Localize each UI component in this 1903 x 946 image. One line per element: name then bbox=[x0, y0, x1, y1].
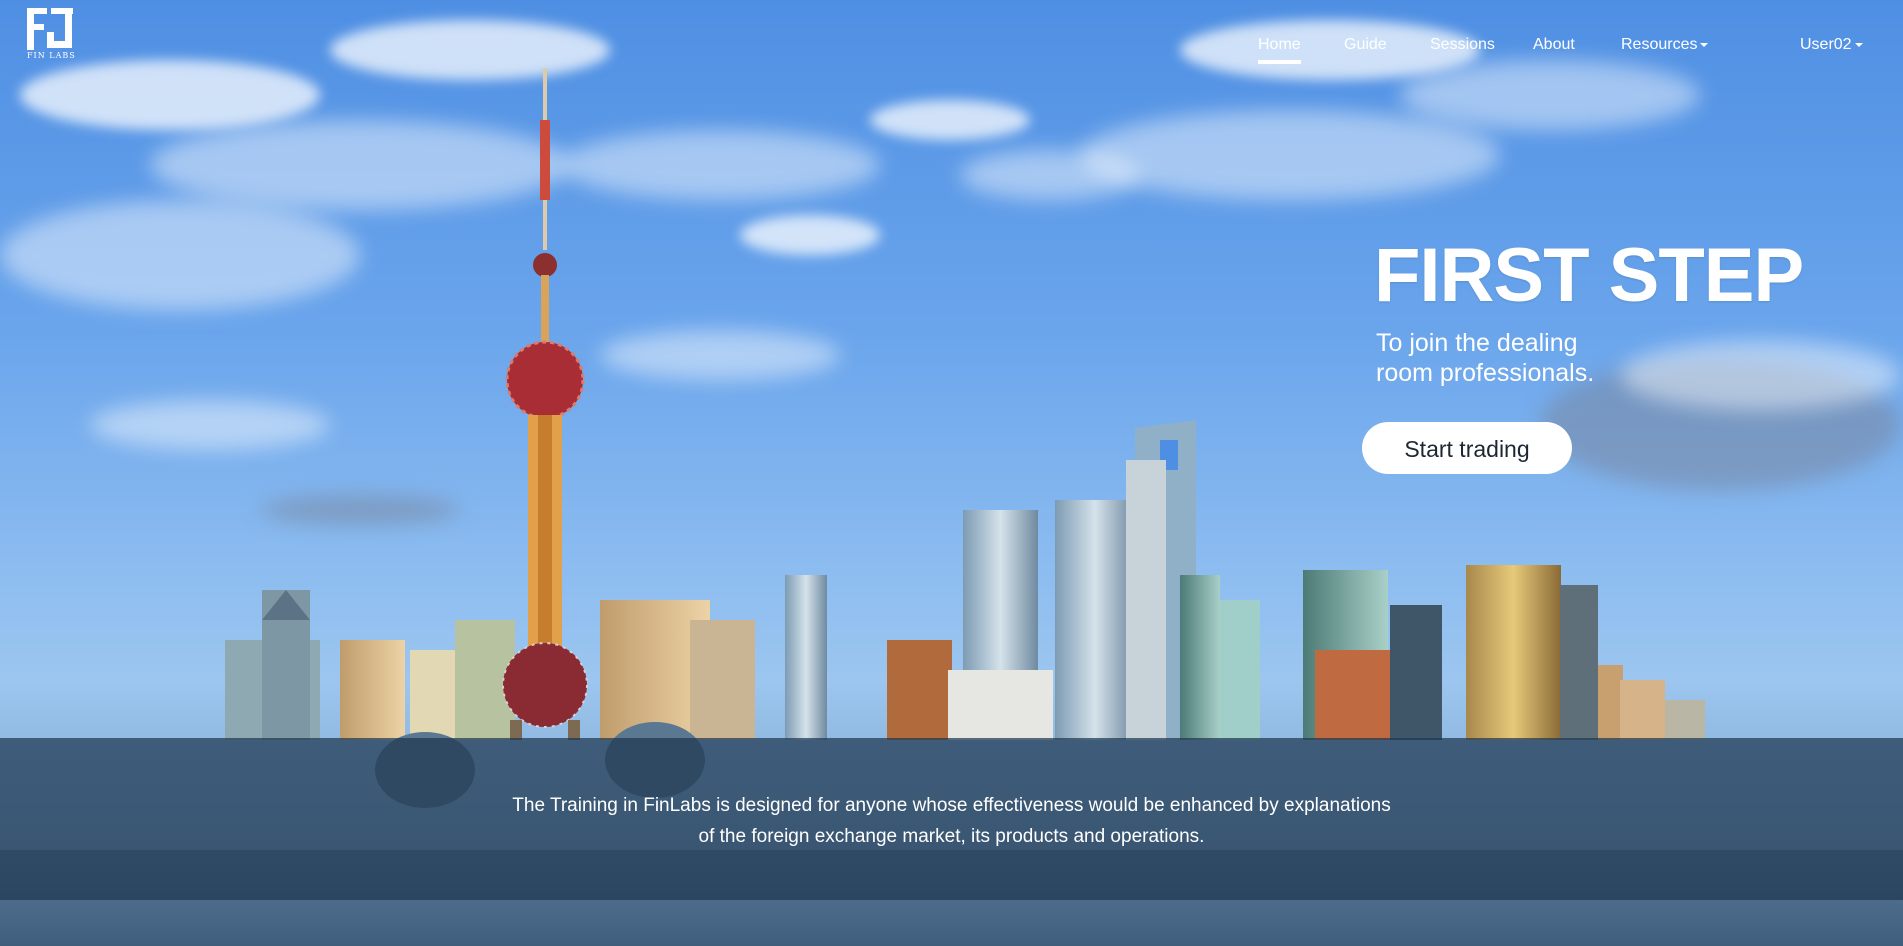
start-trading-button[interactable]: Start trading bbox=[1362, 422, 1572, 474]
nav-home[interactable]: Home bbox=[1258, 36, 1301, 64]
nav-resources[interactable]: Resources bbox=[1621, 36, 1709, 54]
logo-text: FIN LABS bbox=[27, 51, 76, 60]
nav-sessions[interactable]: Sessions bbox=[1430, 36, 1495, 54]
info-line-1: The Training in FinLabs is designed for … bbox=[512, 795, 1391, 816]
nav-resources-label: Resources bbox=[1621, 36, 1698, 53]
nav-guide[interactable]: Guide bbox=[1344, 36, 1387, 54]
chevron-down-icon bbox=[1700, 42, 1709, 47]
page-viewport: The Training in FinLabs is designed for … bbox=[0, 0, 1903, 946]
finlabs-logo-icon bbox=[27, 8, 73, 50]
nav-about[interactable]: About bbox=[1533, 36, 1575, 54]
info-description: The Training in FinLabs is designed for … bbox=[0, 790, 1903, 852]
hero-subtitle: To join the dealing room professionals. bbox=[1376, 329, 1595, 387]
user-name: User02 bbox=[1800, 36, 1852, 53]
info-line-2: of the foreign exchange market, its prod… bbox=[698, 826, 1205, 847]
user-menu[interactable]: User02 bbox=[1800, 36, 1863, 54]
info-band: The Training in FinLabs is designed for … bbox=[0, 738, 1903, 900]
chevron-down-icon bbox=[1854, 42, 1863, 47]
hero-title: FIRST STEP bbox=[1374, 233, 1804, 318]
top-navbar: FIN LABS Home Guide Sessions About Resou… bbox=[0, 0, 1903, 80]
finlabs-logo[interactable]: FIN LABS bbox=[27, 8, 75, 64]
